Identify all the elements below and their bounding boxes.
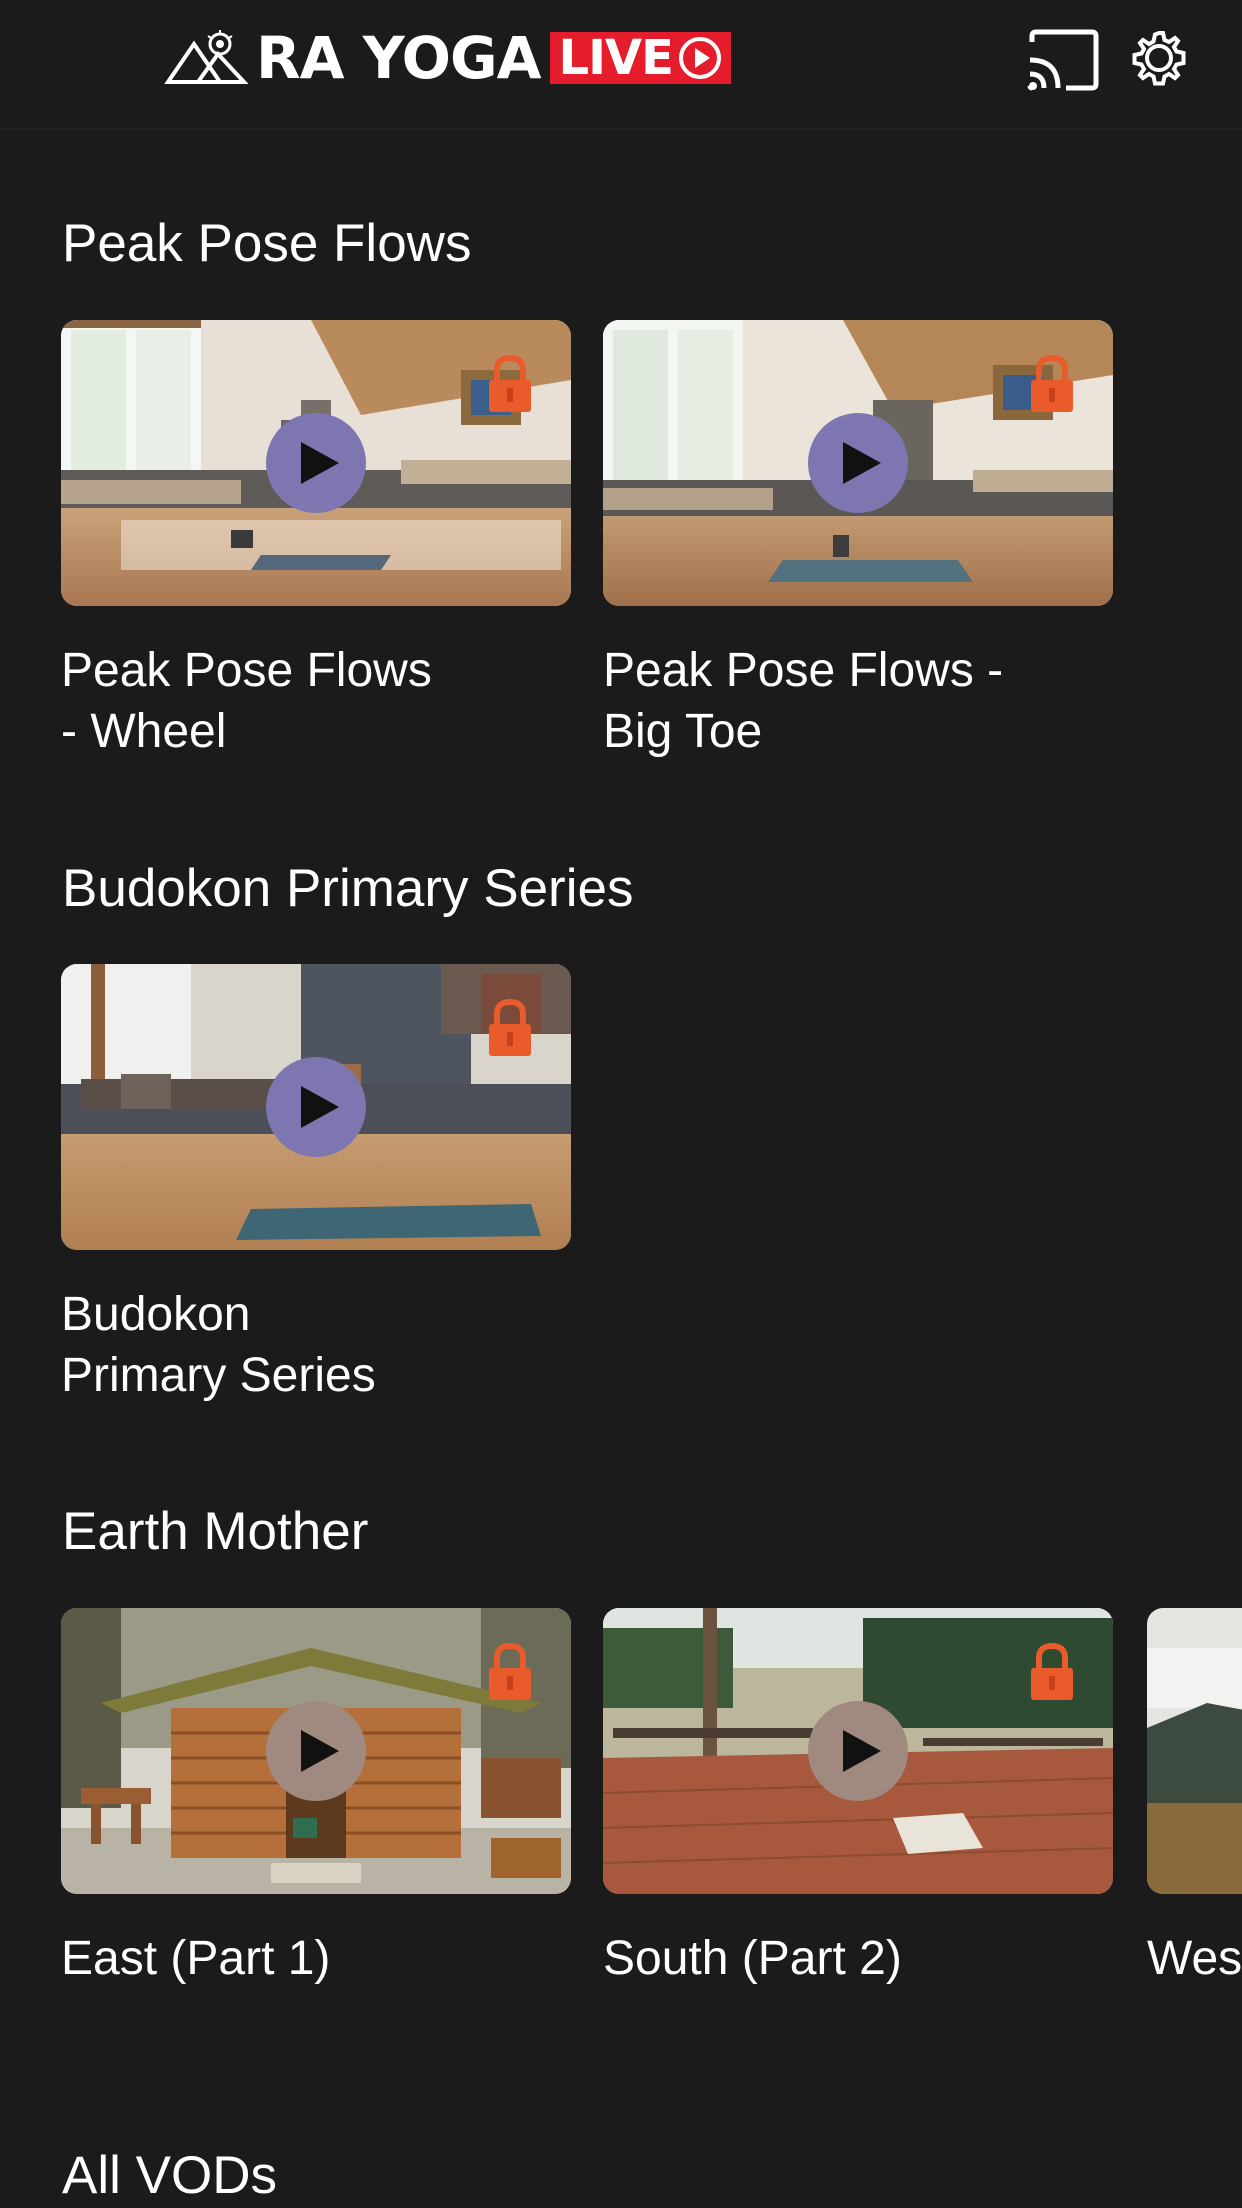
video-card-peak-pose-wheel[interactable]: Peak Pose Flows - Wheel bbox=[61, 320, 571, 762]
live-badge: LIVE bbox=[550, 30, 731, 86]
lock-icon bbox=[1031, 1642, 1073, 1700]
gear-icon[interactable] bbox=[1126, 26, 1192, 92]
play-icon bbox=[301, 1086, 339, 1128]
app-root: RA YOGA LIVE Peak Pose Flows Peak Pose F… bbox=[0, 0, 1242, 2208]
video-thumbnail[interactable] bbox=[603, 1608, 1113, 1894]
lock-icon bbox=[489, 998, 531, 1056]
video-card-peak-pose-big-toe[interactable]: Peak Pose Flows - Big Toe bbox=[603, 320, 1113, 762]
video-card-budokon-primary-series[interactable]: Budokon Primary Series bbox=[61, 964, 571, 1406]
top-bar: RA YOGA LIVE bbox=[0, 0, 1242, 130]
video-card-west-partial[interactable]: Wes bbox=[1147, 1608, 1242, 1989]
video-title[interactable]: East (Part 1) bbox=[61, 1928, 501, 1989]
video-card-east-part-1[interactable]: East (Part 1) bbox=[61, 1608, 571, 1989]
mountain-logo-icon bbox=[164, 30, 248, 84]
video-thumbnail[interactable] bbox=[61, 964, 571, 1250]
live-play-icon bbox=[678, 37, 721, 79]
video-title[interactable]: Peak Pose Flows - Big Toe bbox=[603, 640, 1043, 762]
mountain-landscape-image bbox=[1147, 1608, 1242, 1894]
video-card-south-part-2[interactable]: South (Part 2) bbox=[603, 1608, 1113, 1989]
play-button[interactable] bbox=[266, 413, 366, 513]
lock-icon bbox=[1031, 354, 1073, 412]
play-icon bbox=[301, 442, 339, 484]
play-button[interactable] bbox=[808, 1701, 908, 1801]
live-badge-text: LIVE bbox=[558, 30, 673, 86]
section-title-budokon-primary-series: Budokon Primary Series bbox=[62, 859, 634, 918]
play-button[interactable] bbox=[266, 1057, 366, 1157]
video-title[interactable]: Budokon Primary Series bbox=[61, 1284, 501, 1406]
play-icon bbox=[843, 442, 881, 484]
play-button[interactable] bbox=[266, 1701, 366, 1801]
video-thumbnail[interactable] bbox=[603, 320, 1113, 606]
lock-icon bbox=[489, 354, 531, 412]
play-icon bbox=[843, 1730, 881, 1772]
video-title[interactable]: Peak Pose Flows - Wheel bbox=[61, 640, 501, 762]
ra-yoga-live-logo: RA YOGA LIVE bbox=[164, 28, 731, 88]
video-thumbnail[interactable] bbox=[1147, 1608, 1242, 1894]
section-title-peak-pose-flows: Peak Pose Flows bbox=[62, 214, 472, 273]
section-title-earth-mother: Earth Mother bbox=[62, 1502, 369, 1561]
video-title[interactable]: Wes bbox=[1147, 1928, 1242, 1989]
logo-text: RA YOGA bbox=[256, 24, 541, 92]
section-title-all-vods: All VODs bbox=[62, 2146, 277, 2205]
lock-icon bbox=[489, 1642, 531, 1700]
video-title[interactable]: South (Part 2) bbox=[603, 1928, 1043, 1989]
play-button[interactable] bbox=[808, 413, 908, 513]
video-thumbnail[interactable] bbox=[61, 1608, 571, 1894]
video-thumbnail[interactable] bbox=[61, 320, 571, 606]
play-icon bbox=[301, 1730, 339, 1772]
cast-icon[interactable] bbox=[1026, 28, 1100, 92]
